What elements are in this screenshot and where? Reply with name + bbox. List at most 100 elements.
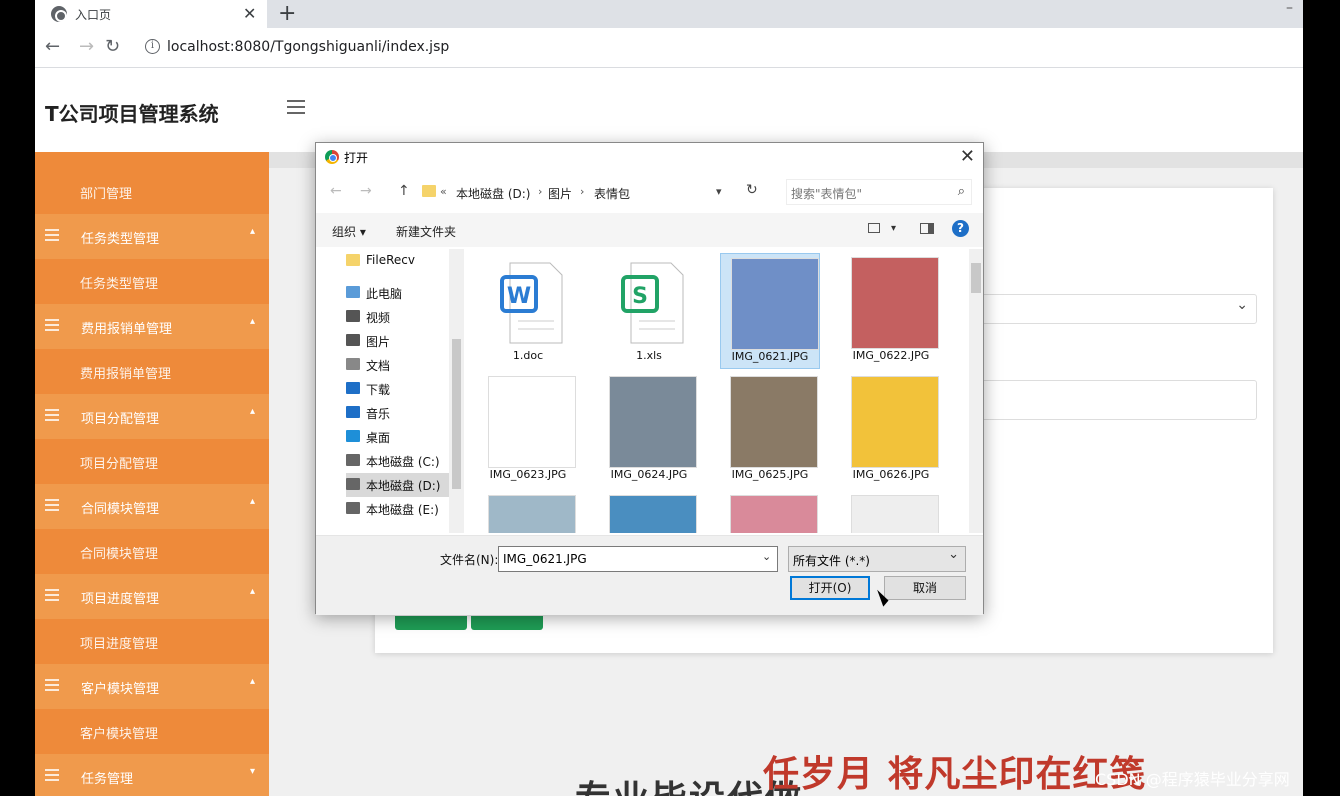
nav-item-8[interactable]: 本地磁盘 (C:) [346, 449, 458, 473]
file-item[interactable]: IMG_0622.JPG [841, 253, 941, 369]
nav-item-4[interactable]: 文档 [346, 353, 458, 377]
tab-close-icon[interactable]: ✕ [243, 4, 256, 23]
breadcrumb[interactable]: « 本地磁盘 (D:) › 图片 › 表情包 [416, 179, 764, 205]
close-icon[interactable]: ✕ [960, 146, 975, 167]
file-item[interactable]: IMG_0621.JPG [720, 253, 820, 369]
sidebar-label: 合同模块管理 [81, 502, 160, 517]
sidebar-item-12[interactable]: 客户模块管理 [35, 709, 269, 754]
file-item[interactable]: W 1.doc [478, 253, 578, 369]
sidebar-item-4[interactable]: 费用报销单管理 [35, 349, 269, 394]
sidebar-item-6[interactable]: 项目分配管理 [35, 439, 269, 484]
view-mode-icon[interactable] [868, 223, 880, 233]
select-field[interactable] [975, 294, 1257, 324]
browser-tab[interactable]: 入口页 ✕ [35, 0, 267, 28]
nav-item-10[interactable]: 本地磁盘 (E:) [346, 497, 458, 521]
info-icon[interactable]: i [145, 39, 160, 54]
chevron-down-icon[interactable]: ▾ [716, 185, 722, 198]
image-thumbnail [851, 376, 939, 468]
file-item[interactable] [841, 491, 941, 533]
sidebar-group-7[interactable]: 合同模块管理 ▴ [35, 484, 269, 529]
list-icon [45, 409, 59, 421]
nav-item-2[interactable]: 视频 [346, 305, 458, 329]
chevron-down-icon[interactable]: ▾ [891, 223, 896, 234]
file-name: 1.doc [512, 349, 544, 362]
submit-button[interactable] [395, 616, 467, 630]
help-icon[interactable]: ? [952, 220, 969, 237]
sidebar-item-8[interactable]: 合同模块管理 [35, 529, 269, 574]
file-item[interactable] [599, 491, 699, 533]
folder-icon [346, 358, 360, 370]
new-tab-button[interactable]: + [278, 1, 296, 26]
nav-item-5[interactable]: 下载 [346, 377, 458, 401]
image-thumbnail [851, 257, 939, 349]
folder-icon [346, 502, 360, 514]
sidebar-item-2[interactable]: 任务类型管理 [35, 259, 269, 304]
sidebar-group-1[interactable]: 任务类型管理 ▴ [35, 214, 269, 259]
forward-arrow-icon[interactable]: → [79, 36, 94, 57]
organize-menu[interactable]: 组织 ▾ [332, 223, 366, 240]
sidebar-group-11[interactable]: 客户模块管理 ▴ [35, 664, 269, 709]
back-arrow-icon[interactable]: ← [45, 36, 60, 57]
back-arrow-icon[interactable]: ← [330, 183, 342, 199]
image-thumbnail [488, 495, 576, 533]
nav-scrollbar[interactable] [449, 249, 464, 533]
file-item[interactable]: IMG_0623.JPG [478, 372, 578, 488]
folder-icon [346, 454, 360, 466]
refresh-icon[interactable]: ↻ [746, 182, 758, 198]
nav-item-1[interactable]: 此电脑 [346, 281, 458, 305]
menu-toggle-icon[interactable] [287, 100, 305, 114]
url-text[interactable]: localhost:8080/Tgongshiguanli/index.jsp [167, 39, 449, 55]
sidebar-group-3[interactable]: 费用报销单管理 ▴ [35, 304, 269, 349]
folder-icon [346, 334, 360, 346]
file-item[interactable]: IMG_0624.JPG [599, 372, 699, 488]
file-item[interactable]: IMG_0626.JPG [841, 372, 941, 488]
scrollbar-thumb[interactable] [971, 263, 981, 293]
forward-arrow-icon[interactable]: → [360, 183, 372, 199]
nav-item-3[interactable]: 图片 [346, 329, 458, 353]
file-list: W 1.doc S 1.xls IMG_0621.JPG IMG_0622.JPG IMG_… [466, 249, 968, 533]
sidebar-item-0[interactable]: 部门管理 [35, 169, 269, 214]
minimize-icon[interactable]: – [1286, 0, 1293, 16]
sidebar-group-9[interactable]: 项目进度管理 ▴ [35, 574, 269, 619]
reset-button[interactable] [471, 616, 543, 630]
image-thumbnail [609, 495, 697, 533]
file-item[interactable]: IMG_0625.JPG [720, 372, 820, 488]
breadcrumb-pictures[interactable]: 图片 [548, 185, 572, 202]
browser-window: 入口页 ✕ + – ← → ↻ i localhost:8080/Tgongsh… [35, 0, 1303, 796]
open-button[interactable]: 打开(O) [790, 576, 870, 600]
nav-item-7[interactable]: 桌面 [346, 425, 458, 449]
reload-icon[interactable]: ↻ [105, 36, 120, 57]
breadcrumb-drive[interactable]: 本地磁盘 (D:) [456, 185, 530, 202]
filename-input[interactable]: IMG_0621.JPG [498, 546, 778, 572]
scrollbar-thumb[interactable] [452, 339, 461, 489]
chevron-down-icon[interactable]: ⌄ [762, 550, 771, 563]
list-icon [45, 319, 59, 331]
breadcrumb-current[interactable]: 表情包 [594, 185, 630, 202]
nav-item-0[interactable]: FileRecv [346, 249, 458, 273]
file-item[interactable] [720, 491, 820, 533]
nav-label: 图片 [366, 335, 391, 349]
tab-strip: 入口页 ✕ + – [35, 0, 1303, 28]
breadcrumb-overflow[interactable]: « [440, 185, 447, 198]
new-folder-button[interactable]: 新建文件夹 [396, 223, 456, 240]
image-thumbnail [488, 376, 576, 468]
file-item[interactable] [478, 491, 578, 533]
text-field[interactable] [975, 380, 1257, 420]
sidebar-group-13[interactable]: 任务管理 ▾ [35, 754, 269, 796]
image-thumbnail [609, 376, 697, 468]
preview-pane-icon[interactable] [920, 223, 934, 234]
filetype-select[interactable]: 所有文件 (*.*) [788, 546, 966, 572]
search-placeholder: 搜索"表情包" [791, 187, 863, 201]
image-thumbnail [851, 495, 939, 533]
sidebar-label: 任务类型管理 [80, 277, 159, 292]
file-scrollbar[interactable] [969, 249, 983, 533]
up-arrow-icon[interactable]: ↑ [398, 183, 410, 199]
nav-item-6[interactable]: 音乐 [346, 401, 458, 425]
dialog-title: 打开 [344, 151, 369, 165]
file-item[interactable]: S 1.xls [599, 253, 699, 369]
sidebar-item-10[interactable]: 项目进度管理 [35, 619, 269, 664]
cancel-button[interactable]: 取消 [884, 576, 966, 600]
search-input[interactable]: 搜索"表情包" ⌕ [786, 179, 972, 205]
sidebar-group-5[interactable]: 项目分配管理 ▴ [35, 394, 269, 439]
nav-item-9[interactable]: 本地磁盘 (D:) [346, 473, 458, 497]
